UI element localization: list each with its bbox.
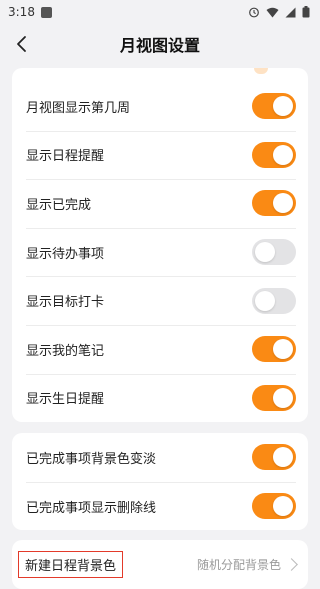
toggle-strikethrough[interactable]: [252, 493, 296, 520]
signal-icon: [285, 7, 296, 17]
status-right: [248, 6, 310, 18]
setting-label-highlighted: 新建日程背景色: [18, 551, 124, 579]
setting-row-show-todo: 显示待办事项: [12, 227, 308, 277]
battery-icon: [302, 6, 310, 18]
setting-value-group: 随机分配背景色: [196, 556, 298, 573]
toggle-show-week[interactable]: [252, 93, 296, 120]
toggle-show-todo[interactable]: [252, 239, 296, 266]
setting-label: 显示目标打卡: [26, 295, 105, 311]
setting-label: 显示我的笔记: [26, 343, 105, 359]
setting-label: 显示日程提醒: [26, 149, 105, 165]
nav-bar: 月视图设置: [0, 24, 320, 64]
setting-row-fade-completed: 已完成事项背景色变淡: [12, 433, 308, 482]
back-arrow-icon[interactable]: [12, 34, 32, 54]
setting-label: 已完成事项显示删除线: [26, 500, 157, 516]
alarm-icon: [249, 7, 259, 18]
page-title: 月视图设置: [119, 36, 200, 55]
setting-row-show-goal-checkin: 显示目标打卡: [12, 276, 308, 325]
toggle-fade-completed[interactable]: [252, 444, 296, 471]
setting-row-new-schedule-bg[interactable]: 新建日程背景色 随机分配背景色: [12, 540, 308, 589]
setting-row-show-birthday: 显示生日提醒: [12, 373, 308, 423]
setting-label: 显示待办事项: [26, 246, 105, 262]
toggle-show-goal-checkin[interactable]: [252, 287, 296, 314]
toggle-show-notes[interactable]: [252, 336, 296, 363]
setting-value: 随机分配背景色: [196, 558, 281, 573]
setting-label: 月视图显示第几周: [26, 100, 131, 116]
toggle-show-completed[interactable]: [252, 190, 296, 217]
settings-group-completed: 已完成事项背景色变淡 已完成事项显示删除线: [12, 433, 308, 531]
setting-row-strikethrough: 已完成事项显示删除线: [12, 481, 308, 531]
setting-row-show-completed: 显示已完成: [12, 179, 308, 228]
scrolled-row-remnant: [12, 68, 308, 82]
wifi-icon: [266, 7, 279, 17]
setting-label: 显示已完成: [26, 197, 92, 213]
toggle-show-birthday[interactable]: [252, 384, 296, 411]
status-left: 3:18: [8, 5, 52, 19]
setting-label: 已完成事项背景色变淡: [26, 451, 157, 467]
chevron-right-icon: [285, 558, 298, 572]
setting-row-show-notes: 显示我的笔记: [12, 324, 308, 374]
status-bar: 3:18: [0, 0, 320, 24]
settings-group-background: 新建日程背景色 随机分配背景色: [12, 540, 308, 589]
toggle-show-reminder[interactable]: [252, 141, 296, 168]
status-time: 3:18: [8, 5, 35, 19]
app-notification-icon: [40, 6, 52, 18]
setting-label: 显示生日提醒: [26, 392, 105, 408]
settings-group-display: 月视图显示第几周 显示日程提醒 显示已完成 显示待办事项 显示目标打卡 显示我的…: [12, 68, 308, 423]
setting-row-show-reminder: 显示日程提醒: [12, 130, 308, 180]
setting-row-show-week: 月视图显示第几周: [12, 82, 308, 131]
